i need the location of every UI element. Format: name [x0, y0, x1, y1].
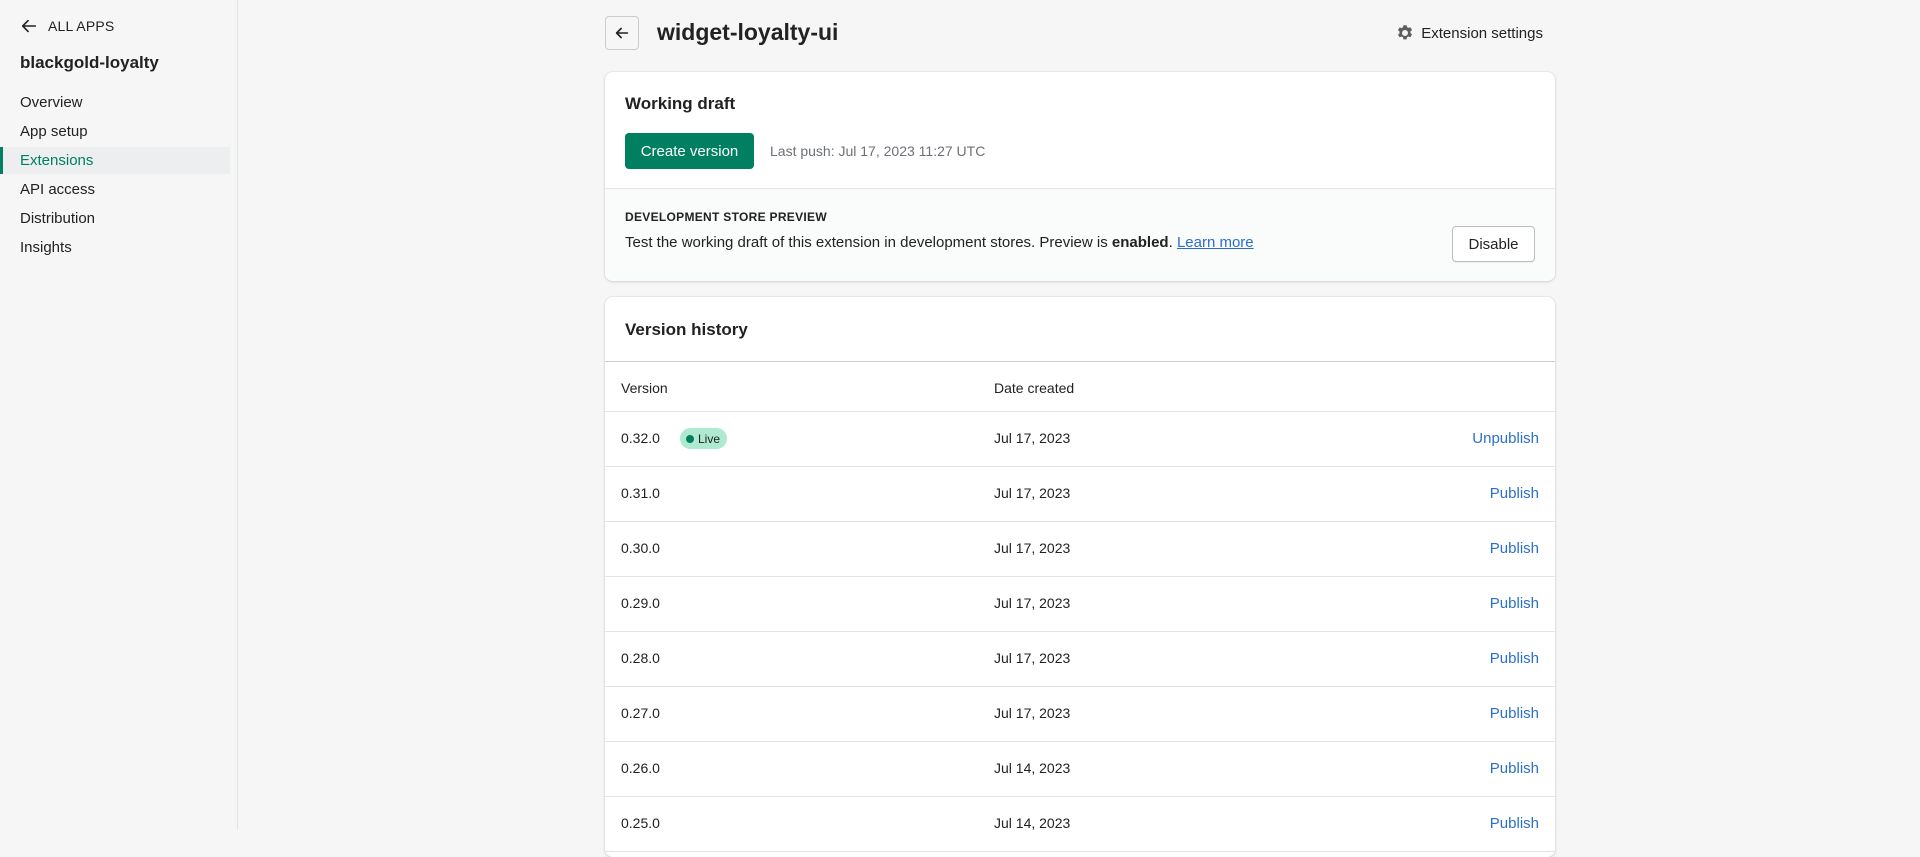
- version-cell: 0.27.0: [621, 705, 660, 721]
- date-cell: Jul 14, 2023: [994, 760, 1071, 776]
- preview-status: enabled: [1111, 234, 1169, 251]
- preview-description: Test the working draft of this extension…: [625, 234, 1254, 251]
- table-row: 0.30.0 Jul 17, 2023 Publish: [605, 522, 1555, 577]
- main-content: widget-loyalty-ui Extension settings Wor…: [605, 0, 1555, 857]
- publish-link[interactable]: Publish: [1490, 540, 1539, 557]
- version-history-card: Version history Version Date created 0.3…: [605, 297, 1555, 857]
- date-cell: Jul 17, 2023: [994, 485, 1071, 501]
- publish-link[interactable]: Publish: [1490, 760, 1539, 777]
- learn-more-link[interactable]: Learn more: [1177, 234, 1254, 251]
- sidebar-item-app-setup[interactable]: App setup: [0, 118, 230, 145]
- version-history-title: Version history: [625, 320, 748, 339]
- version-cell: 0.31.0: [621, 485, 660, 501]
- live-badge-label: Live: [698, 431, 721, 446]
- version-cell: 0.32.0: [621, 430, 660, 446]
- table-header: Version Date created: [605, 361, 1555, 412]
- status-dot-icon: [686, 434, 694, 443]
- sidebar: ALL APPS blackgold-loyalty Overview App …: [0, 0, 238, 829]
- sidebar-nav: Overview App setup Extensions API access…: [0, 89, 230, 263]
- version-cell: 0.29.0: [621, 595, 660, 611]
- sidebar-item-overview[interactable]: Overview: [0, 89, 230, 116]
- live-badge: Live: [680, 428, 728, 449]
- disable-button[interactable]: Disable: [1452, 226, 1535, 262]
- extension-settings-button[interactable]: Extension settings: [1395, 23, 1543, 43]
- publish-link[interactable]: Publish: [1490, 485, 1539, 502]
- arrow-left-icon: [615, 27, 629, 39]
- date-cell: Jul 17, 2023: [994, 595, 1071, 611]
- last-push-text: Last push: Jul 17, 2023 11:27 UTC: [770, 143, 986, 159]
- column-header-version: Version: [621, 380, 668, 396]
- version-cell: 0.30.0: [621, 540, 660, 556]
- table-row: 0.26.0 Jul 14, 2023 Publish: [605, 742, 1555, 797]
- publish-link[interactable]: Publish: [1490, 815, 1539, 832]
- sidebar-item-insights[interactable]: Insights: [0, 234, 230, 261]
- column-header-date: Date created: [994, 380, 1075, 396]
- sidebar-item-api-access[interactable]: API access: [0, 176, 230, 203]
- table-row: 0.31.0 Jul 17, 2023 Publish: [605, 467, 1555, 522]
- version-cell: 0.28.0: [621, 650, 660, 666]
- all-apps-label: ALL APPS: [48, 18, 115, 34]
- table-row: 0.28.0 Jul 17, 2023 Publish: [605, 632, 1555, 687]
- all-apps-link[interactable]: ALL APPS: [20, 16, 114, 36]
- create-version-button[interactable]: Create version: [625, 133, 754, 169]
- app-name: blackgold-loyalty: [20, 53, 159, 72]
- sidebar-item-distribution[interactable]: Distribution: [0, 205, 230, 232]
- sidebar-item-extensions[interactable]: Extensions: [0, 147, 230, 174]
- publish-link[interactable]: Publish: [1490, 595, 1539, 612]
- dev-store-preview-section: DEVELOPMENT STORE PREVIEW Test the worki…: [605, 188, 1555, 281]
- gear-icon: [1398, 25, 1413, 40]
- date-cell: Jul 17, 2023: [994, 430, 1071, 446]
- table-row: 0.25.0 Jul 14, 2023 Publish: [605, 797, 1555, 852]
- unpublish-link[interactable]: Unpublish: [1472, 430, 1539, 447]
- publish-link[interactable]: Publish: [1490, 650, 1539, 667]
- table-row: 0.27.0 Jul 17, 2023 Publish: [605, 687, 1555, 742]
- working-draft-title: Working draft: [625, 94, 736, 113]
- back-button[interactable]: [605, 16, 639, 50]
- working-draft-card: Working draft Create version Last push: …: [605, 72, 1555, 281]
- table-row: 0.29.0 Jul 17, 2023 Publish: [605, 577, 1555, 632]
- table-row: 0.32.0 Live Jul 17, 2023 Unpublish: [605, 412, 1555, 467]
- preview-text-after: .: [1168, 234, 1173, 251]
- extension-settings-label: Extension settings: [1421, 24, 1543, 42]
- page-header: widget-loyalty-ui Extension settings: [605, 0, 1555, 70]
- publish-link[interactable]: Publish: [1490, 705, 1539, 722]
- date-cell: Jul 17, 2023: [994, 705, 1071, 721]
- preview-text-before: Test the working draft of this extension…: [625, 234, 1112, 251]
- version-table-body: 0.32.0 Live Jul 17, 2023 Unpublish 0.31.…: [605, 412, 1555, 852]
- date-cell: Jul 17, 2023: [994, 650, 1071, 666]
- preview-heading: DEVELOPMENT STORE PREVIEW: [625, 210, 827, 224]
- page-title: widget-loyalty-ui: [657, 19, 839, 45]
- version-cell: 0.26.0: [621, 760, 660, 776]
- arrow-left-icon: [21, 19, 37, 33]
- date-cell: Jul 17, 2023: [994, 540, 1071, 556]
